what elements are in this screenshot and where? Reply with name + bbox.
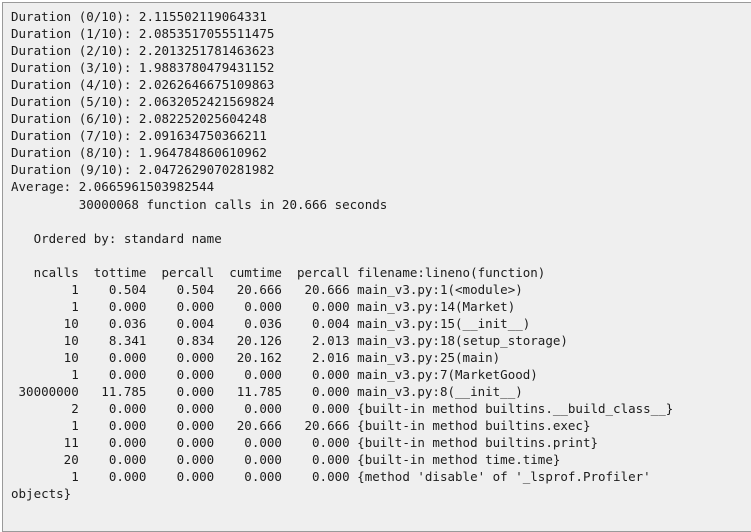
console-line: Duration (5/10): 2.0632052421569824 — [11, 94, 275, 110]
console-line: 1 0.000 0.000 0.000 0.000 {method 'disab… — [11, 469, 651, 485]
console-line: 10 0.036 0.004 0.036 0.004 main_v3.py:15… — [11, 315, 531, 331]
console-line: Duration (0/10): 2.115502119064331 — [11, 9, 267, 24]
console-line: 20 0.000 0.000 0.000 0.000 {built-in met… — [11, 452, 561, 468]
console-line: 30000068 function calls in 20.666 second… — [11, 196, 388, 212]
console-line: 10 0.000 0.000 20.162 2.016 main_v3.py:2… — [11, 349, 501, 365]
console-line: objects} — [11, 486, 72, 502]
console-line: 30000000 11.785 0.000 11.785 0.000 main_… — [11, 384, 523, 400]
console-panel[interactable]: Duration (0/10): 2.115502119064331 Durati… — [2, 2, 751, 532]
console-line: Duration (4/10): 2.0262646675109863 — [11, 77, 275, 93]
console-line: Duration (6/10): 2.082252025604248 — [11, 111, 267, 127]
console-line: Duration (9/10): 2.0472629070281982 — [11, 162, 275, 178]
console-line: ncalls tottime percall cumtime percall f… — [11, 264, 546, 280]
console-line: 1 0.000 0.000 20.666 20.666 {built-in me… — [11, 418, 591, 434]
console-line: Average: 2.0665961503982544 — [11, 179, 215, 195]
console-line: Ordered by: standard name — [11, 230, 222, 246]
console-line: Duration (2/10): 2.2013251781463623 — [11, 43, 275, 59]
console-line: 10 8.341 0.834 20.126 2.013 main_v3.py:1… — [11, 332, 568, 348]
console-line: 2 0.000 0.000 0.000 0.000 {built-in meth… — [11, 401, 674, 417]
console-line: Duration (7/10): 2.091634750366211 — [11, 128, 267, 144]
console-line: Duration (1/10): 2.0853517055511475 — [11, 26, 275, 42]
console-line: Duration (3/10): 1.9883780479431152 — [11, 60, 275, 76]
console-line: 1 0.000 0.000 0.000 0.000 main_v3.py:7(M… — [11, 366, 538, 382]
console-output-text[interactable]: Duration (0/10): 2.115502119064331 Durati… — [11, 8, 751, 502]
console-line: 1 0.000 0.000 0.000 0.000 main_v3.py:14(… — [11, 298, 516, 314]
console-line: Duration (8/10): 1.964784860610962 — [11, 145, 267, 161]
console-line: 11 0.000 0.000 0.000 0.000 {built-in met… — [11, 435, 598, 451]
console-line: 1 0.504 0.504 20.666 20.666 main_v3.py:1… — [11, 281, 523, 297]
